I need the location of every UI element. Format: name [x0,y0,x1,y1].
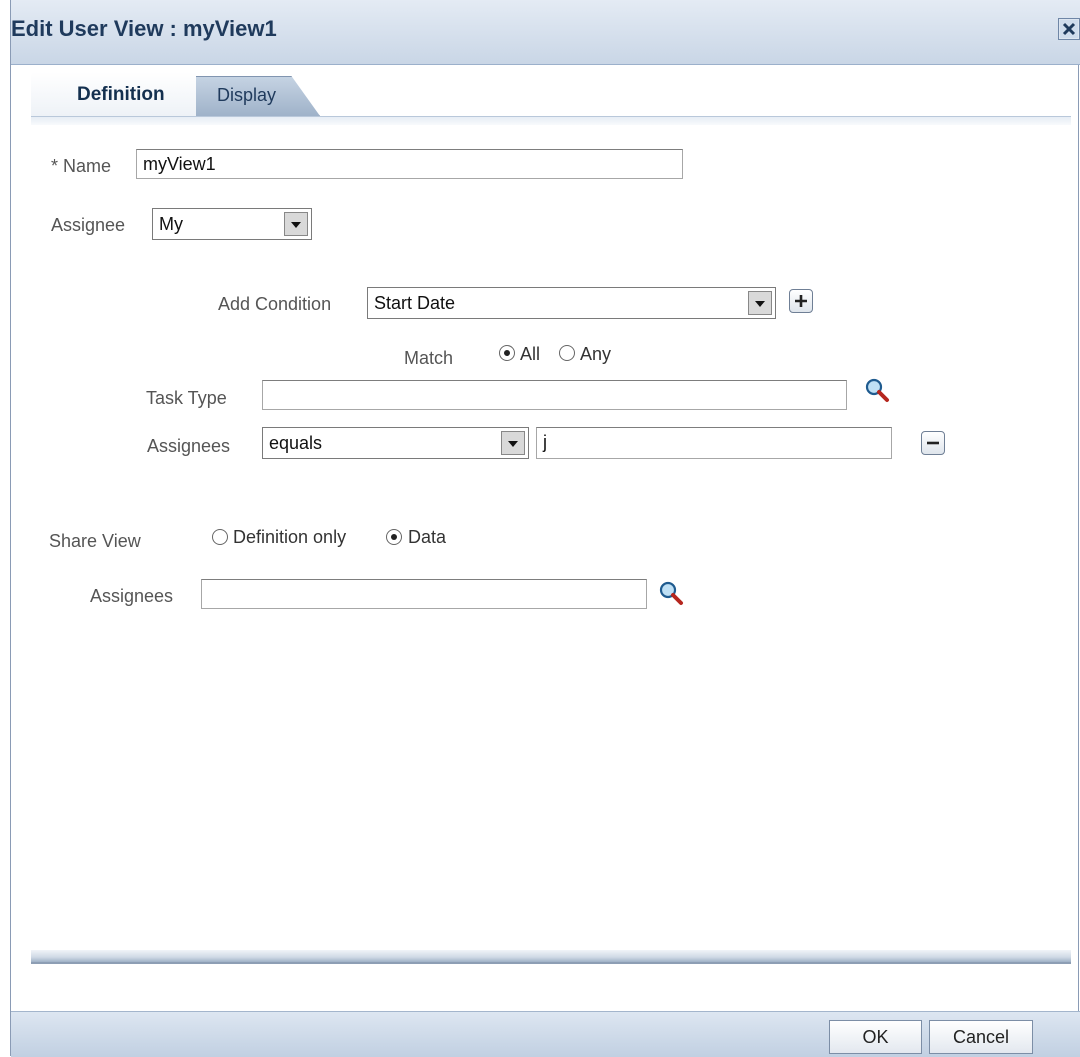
name-input[interactable]: myView1 [136,149,683,179]
chevron-down-icon[interactable] [284,212,308,236]
share-definition-only-label: Definition only [233,527,347,547]
magnifier-icon [659,581,683,605]
add-condition-label: Add Condition [218,294,332,314]
plus-icon [795,295,807,307]
minus-icon [927,441,939,445]
close-button[interactable] [1058,18,1080,40]
match-all-radio[interactable] [499,345,515,361]
match-label: Match [404,348,454,368]
task-type-input[interactable] [262,380,847,410]
dialog-footer: OK Cancel [11,1011,1080,1057]
tab-definition-label: Definition [77,84,165,105]
chevron-down-icon[interactable] [501,431,525,455]
share-data-radio[interactable] [386,529,402,545]
add-condition-select-value: Start Date [374,293,456,313]
share-definition-only-radio[interactable] [212,529,228,545]
dialog-title: Edit User View : myView1 [11,16,277,41]
match-all-label: All [520,344,541,364]
edit-user-view-dialog: Edit User View : myView1 Display Definit… [10,0,1080,1057]
match-any-label: Any [580,344,612,364]
tab-display[interactable]: Display [190,76,320,116]
tab-bar: Display Definition [31,72,1071,125]
share-assignees-label: Assignees [90,586,174,606]
tab-underline [31,116,1071,125]
share-assignees-input[interactable] [201,579,647,609]
close-icon [1060,20,1078,38]
dialog-titlebar: Edit User View : myView1 [11,0,1080,65]
cancel-button[interactable]: Cancel [929,1020,1033,1054]
assignees-condition-input[interactable]: j [536,427,892,459]
ok-button[interactable]: OK [829,1020,922,1054]
share-data-label: Data [408,527,447,547]
assignee-select[interactable]: My [152,208,312,240]
add-condition-button[interactable] [789,289,813,313]
chevron-down-icon[interactable] [748,291,772,315]
task-type-search-button[interactable] [864,377,890,403]
assignees-condition-label: Assignees [147,436,231,456]
assignees-operator-select[interactable]: equals [262,427,529,459]
assignees-operator-value: equals [269,433,323,453]
assignee-select-value: My [159,214,183,234]
remove-condition-button[interactable] [921,431,945,455]
assignee-label: Assignee [51,215,126,235]
task-type-label: Task Type [146,388,227,408]
tab-display-label: Display [217,85,277,105]
magnifier-icon [865,378,889,402]
name-label: * Name [51,156,112,176]
content-separator [31,950,1071,964]
add-condition-select[interactable]: Start Date [367,287,776,319]
match-any-radio[interactable] [559,345,575,361]
share-view-label: Share View [49,531,141,551]
share-assignees-search-button[interactable] [658,580,684,606]
tab-definition[interactable]: Definition [31,72,196,116]
